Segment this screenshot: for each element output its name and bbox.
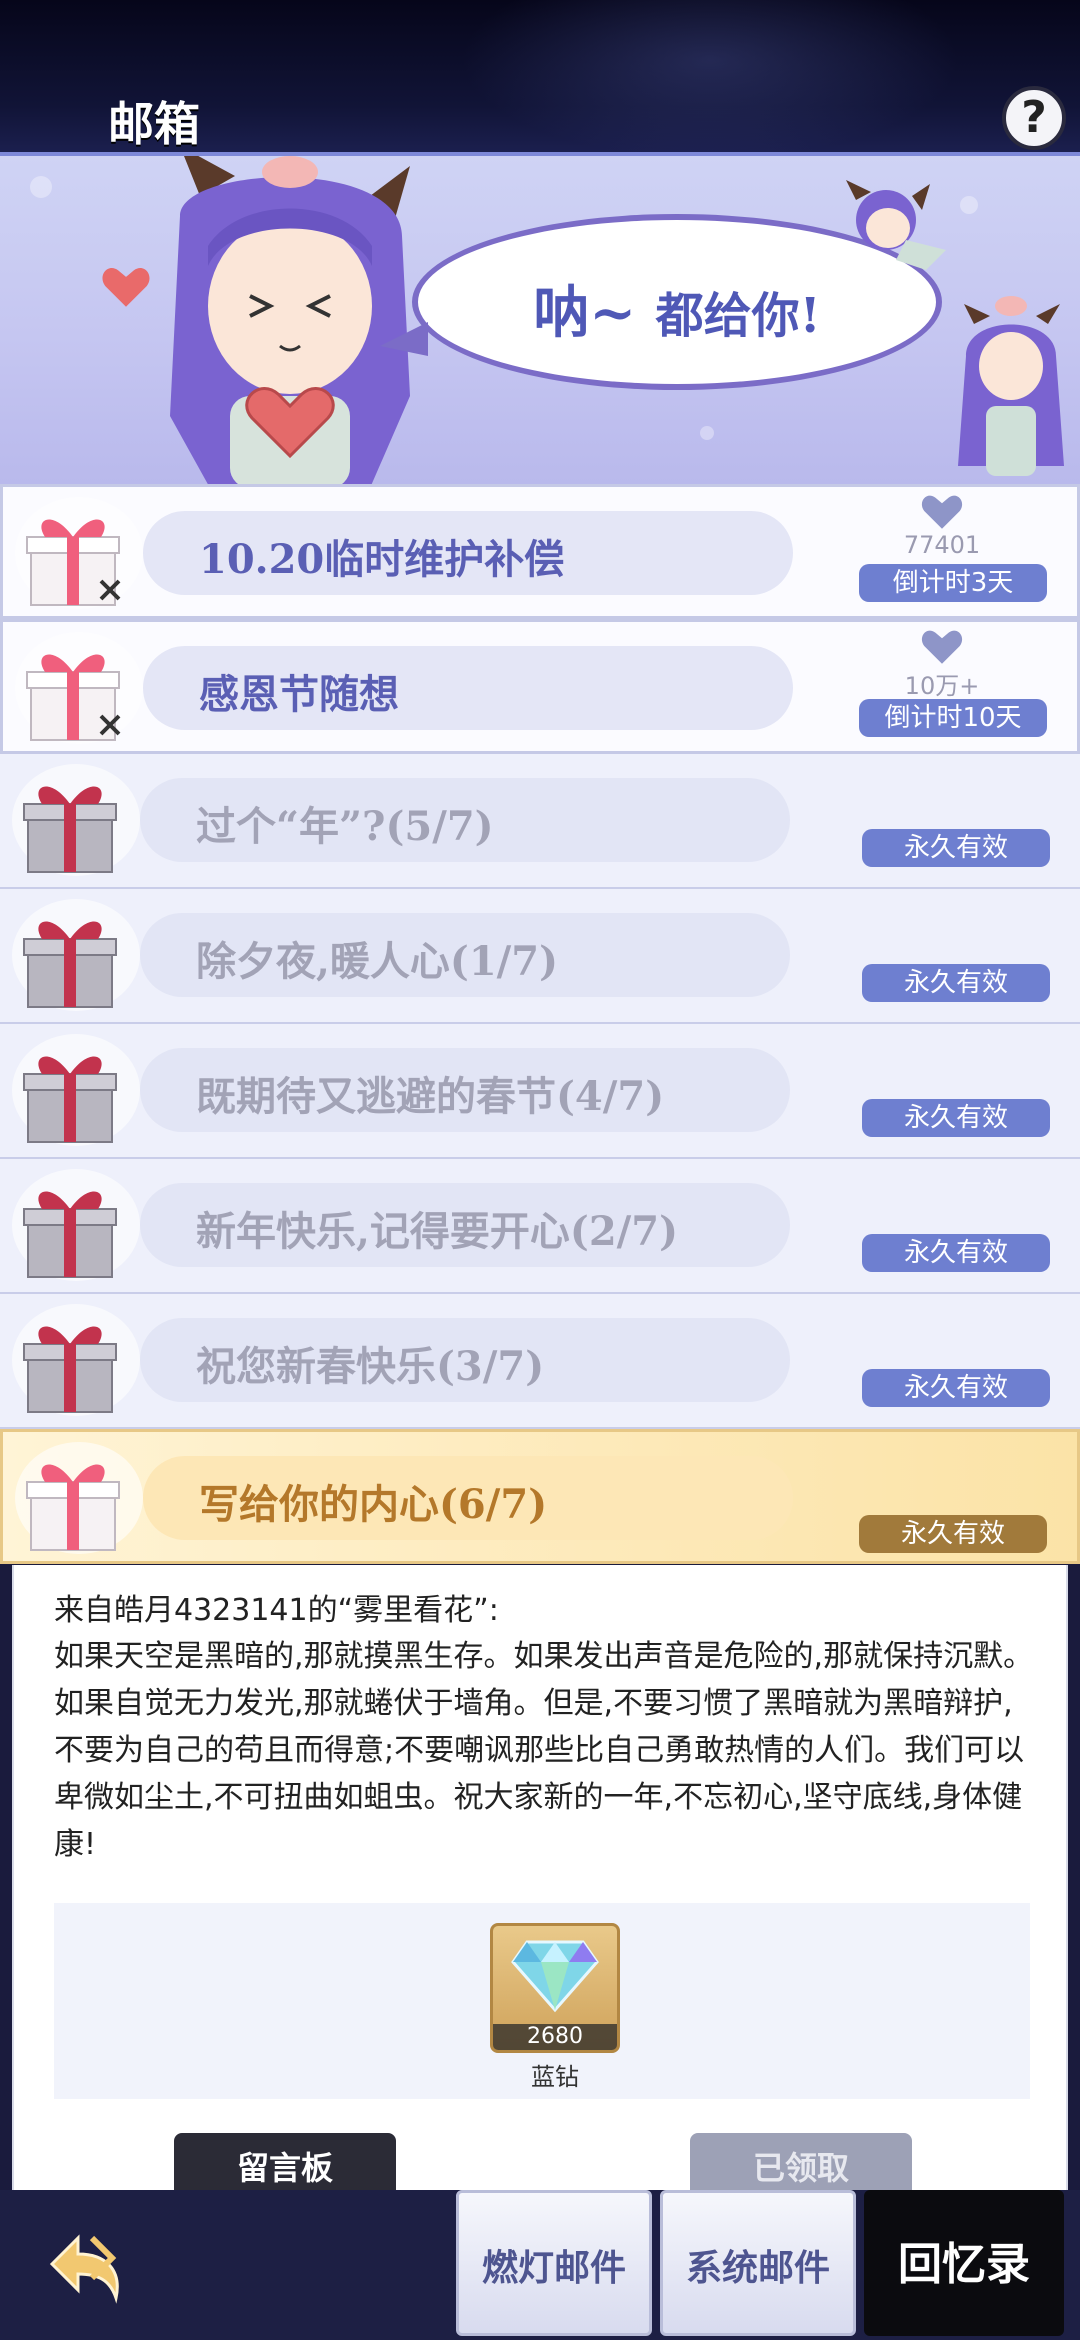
banner: 呐~ 都给你! bbox=[0, 152, 1080, 484]
status-badge: 倒计时10天 bbox=[859, 699, 1047, 737]
mail-item[interactable]: 感恩节随想 10万+ 倒计时10天 bbox=[0, 619, 1080, 754]
like-number: 10万+ bbox=[904, 672, 980, 700]
gift-box-icon bbox=[26, 519, 121, 606]
heart-icon bbox=[921, 495, 963, 529]
mail-title: 祝您新春快乐(3/7) bbox=[196, 1343, 545, 1390]
mail-detail-panel: 来自皓月4323141的“雾里看花”: 如果天空是黑暗的,那就摸黑生存。如果发出… bbox=[12, 1565, 1068, 2190]
mail-title: 既期待又逃避的春节(4/7) bbox=[196, 1073, 665, 1120]
like-count[interactable]: 77401 bbox=[887, 491, 997, 559]
mail-title: 新年快乐,记得要开心(2/7) bbox=[196, 1208, 679, 1255]
banner-dot bbox=[30, 176, 52, 198]
mail-item-selected[interactable]: 写给你的内心(6/7) 永久有效 bbox=[0, 1429, 1080, 1564]
bubble-rest: 都给你! bbox=[655, 288, 821, 344]
status-badge: 永久有效 bbox=[862, 829, 1050, 867]
message-board-button[interactable]: 留言板 bbox=[174, 2133, 396, 2190]
mail-item[interactable]: 既期待又逃避的春节(4/7) 永久有效 bbox=[0, 1024, 1080, 1159]
tab-system-mail[interactable]: 系统邮件 bbox=[660, 2190, 856, 2336]
top-bar: 邮箱 ? bbox=[0, 0, 1080, 152]
mail-list: 10.20临时维护补偿 77401 倒计时3天 感恩节随想 10万+ 倒计时10… bbox=[0, 484, 1080, 1564]
status-badge: 永久有效 bbox=[862, 1369, 1050, 1407]
mail-item[interactable]: 新年快乐,记得要开心(2/7) 永久有效 bbox=[0, 1159, 1080, 1294]
status-badge: 永久有效 bbox=[862, 1234, 1050, 1272]
tab-memoir[interactable]: 回忆录 bbox=[864, 2190, 1064, 2336]
like-count[interactable]: 10万+ bbox=[887, 626, 997, 701]
status-badge: 永久有效 bbox=[862, 964, 1050, 1002]
status-badge: 永久有效 bbox=[862, 1099, 1050, 1137]
mail-title: 除夕夜,暖人心(1/7) bbox=[196, 938, 559, 985]
mail-body: 如果天空是黑暗的,那就摸黑生存。如果发出声音是危险的,那就保持沉默。如果自觉无力… bbox=[54, 1639, 1034, 1862]
mail-item[interactable]: 过个“年”?(5/7) 永久有效 bbox=[0, 754, 1080, 889]
mail-title: 10.20临时维护补偿 bbox=[199, 536, 565, 583]
gift-box-icon bbox=[26, 654, 121, 741]
header-glow bbox=[460, 0, 960, 152]
mail-title: 写给你的内心(6/7) bbox=[199, 1481, 548, 1528]
status-badge: 倒计时3天 bbox=[859, 564, 1047, 602]
claimed-button[interactable]: 已领取 bbox=[690, 2133, 912, 2190]
chibi-flying-illustration bbox=[846, 180, 946, 270]
tab-lamp-mail[interactable]: 燃灯邮件 bbox=[456, 2190, 652, 2336]
banner-dot bbox=[960, 196, 978, 214]
chibi-standing-illustration bbox=[958, 296, 1064, 476]
gift-box-icon bbox=[26, 1464, 120, 1551]
gift-box-icon bbox=[23, 1191, 117, 1278]
gift-box-icon bbox=[23, 1326, 117, 1413]
bubble-word: 呐~ bbox=[533, 280, 637, 346]
back-arrow-icon[interactable] bbox=[32, 2224, 132, 2314]
mail-item[interactable]: 祝您新春快乐(3/7) 永久有效 bbox=[0, 1294, 1080, 1429]
mail-title: 感恩节随想 bbox=[199, 671, 399, 718]
like-number: 77401 bbox=[903, 531, 981, 559]
bottom-nav: 燃灯邮件 系统邮件 回忆录 bbox=[0, 2190, 1080, 2340]
mail-sender: 来自皓月4323141的“雾里看花”: bbox=[54, 1593, 499, 1628]
attachment-item[interactable]: 2680 bbox=[490, 1923, 620, 2053]
page-title: 邮箱 bbox=[108, 97, 200, 151]
mail-item[interactable]: 10.20临时维护补偿 77401 倒计时3天 bbox=[0, 484, 1080, 619]
attachment-count: 2680 bbox=[493, 2024, 617, 2050]
gift-box-icon bbox=[23, 1056, 117, 1143]
mail-title: 过个“年”?(5/7) bbox=[196, 803, 494, 850]
blue-diamond-icon bbox=[511, 1940, 599, 2013]
mail-item[interactable]: 除夕夜,暖人心(1/7) 永久有效 bbox=[0, 889, 1080, 1024]
chibi-girl-illustration bbox=[170, 156, 410, 484]
status-badge: 永久有效 bbox=[859, 1515, 1047, 1553]
gift-box-icon bbox=[23, 921, 117, 1008]
attachment-area: 2680 蓝钻 bbox=[54, 1903, 1030, 2099]
help-button[interactable]: ? bbox=[1002, 86, 1066, 150]
banner-dot bbox=[700, 426, 714, 440]
attachment-name: 蓝钻 bbox=[531, 2063, 579, 2091]
gift-box-icon bbox=[23, 786, 117, 873]
heart-icon bbox=[921, 630, 963, 664]
